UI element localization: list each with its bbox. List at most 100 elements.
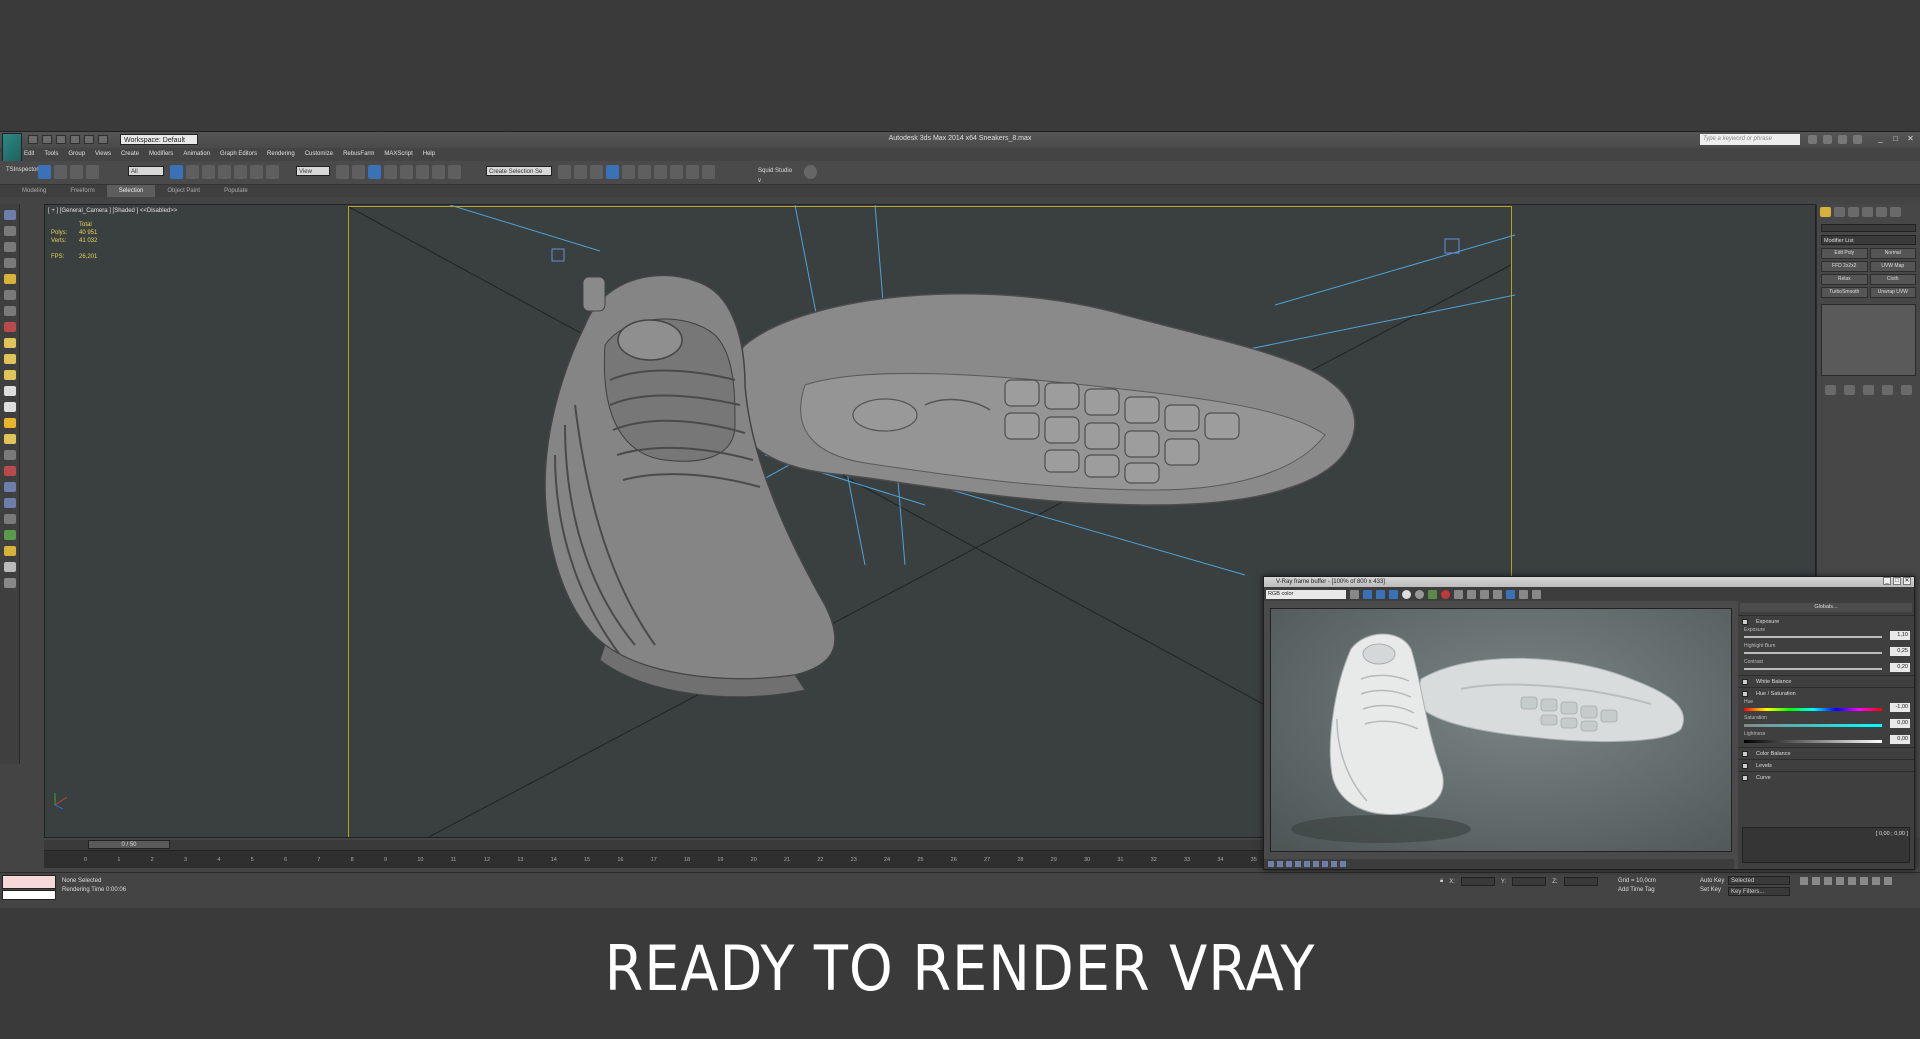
curve-editor-icon[interactable]: [622, 165, 635, 179]
mirror-icon[interactable]: [558, 165, 571, 179]
rendered-frame-window-icon[interactable]: [686, 165, 699, 179]
application-menu-button[interactable]: [2, 133, 22, 163]
render-channel-dropdown[interactable]: RGB color: [1266, 589, 1346, 599]
window-crossing-icon[interactable]: [218, 165, 231, 179]
angle-snap-icon[interactable]: [400, 165, 413, 179]
previous-frame-icon[interactable]: [1812, 877, 1820, 885]
modifier-button-edit-poly[interactable]: Edit Poly: [1821, 248, 1868, 259]
pin-stack-icon[interactable]: [1825, 385, 1836, 395]
modifier-stack[interactable]: [1821, 304, 1916, 376]
menu-item-tools[interactable]: Tools: [44, 148, 58, 160]
show-end-result-icon[interactable]: [1844, 385, 1855, 395]
remove-modifier-icon[interactable]: [1882, 385, 1893, 395]
sun-icon[interactable]: [4, 418, 16, 428]
plant-icon[interactable]: [4, 530, 16, 540]
lights-icon[interactable]: [4, 242, 16, 252]
hue-slider[interactable]: [1744, 708, 1882, 711]
cone-icon[interactable]: [4, 402, 16, 412]
shapes-icon[interactable]: [4, 226, 16, 236]
undo-icon[interactable]: [38, 165, 51, 179]
select-rotate-icon[interactable]: [250, 165, 263, 179]
box-icon[interactable]: [4, 338, 16, 348]
menu-item-help[interactable]: Help: [423, 148, 435, 160]
track-bar[interactable]: 0 1 2 3 4 5 6 7 8 9 10 11 12 13 14 15 16 17 18 19 20 21 22 23 24…: [44, 850, 1290, 868]
bend-icon[interactable]: [4, 466, 16, 476]
region-render-icon[interactable]: [1454, 589, 1463, 599]
unlink-icon[interactable]: [70, 165, 83, 179]
keyboard-shortcut-icon[interactable]: [368, 165, 381, 179]
maximize-icon[interactable]: □: [1890, 134, 1901, 144]
modifier-button-relax[interactable]: Relax: [1821, 274, 1868, 285]
hierarchy-tab-icon[interactable]: [1848, 207, 1859, 217]
levels-checkbox[interactable]: [1742, 763, 1748, 769]
alpha-channel-icon[interactable]: [1402, 589, 1411, 599]
next-frame-icon[interactable]: [1836, 877, 1844, 885]
menu-item-rebusfarm[interactable]: RebusFarm: [343, 148, 374, 160]
go-to-end-icon[interactable]: [1848, 877, 1856, 885]
motion-tab-icon[interactable]: [1862, 207, 1873, 217]
menu-item-modifiers[interactable]: Modifiers: [149, 148, 173, 160]
link-icon[interactable]: [54, 165, 67, 179]
menu-item-create[interactable]: Create: [121, 148, 139, 160]
make-unique-icon[interactable]: [1863, 385, 1874, 395]
render-teapot-icon[interactable]: [702, 165, 715, 179]
menu-item-customize[interactable]: Customize: [305, 148, 333, 160]
monochrome-icon[interactable]: [1415, 589, 1424, 599]
ribbon-tab-object-paint[interactable]: Object Paint: [155, 185, 212, 197]
curve-section[interactable]: Curve: [1738, 771, 1914, 783]
levels-section[interactable]: Levels: [1738, 759, 1914, 771]
modifier-button-unwrap-uvw[interactable]: Unwrap UVW: [1869, 287, 1916, 298]
vfb-option-icon-8[interactable]: [1331, 861, 1337, 867]
stop-render-icon[interactable]: [1441, 589, 1450, 599]
display-tab-icon[interactable]: [1876, 207, 1887, 217]
modify-tab-icon[interactable]: [1834, 207, 1845, 217]
material-editor-icon[interactable]: [654, 165, 667, 179]
create-icon[interactable]: [4, 210, 16, 220]
follow-mouse-icon[interactable]: [1480, 589, 1489, 599]
select-manipulate-icon[interactable]: [352, 165, 365, 179]
create-tab-icon[interactable]: [1820, 207, 1831, 217]
schematic-view-icon[interactable]: [638, 165, 651, 179]
search-icon[interactable]: [1808, 135, 1817, 144]
vfb-close-icon[interactable]: ✕: [1903, 577, 1911, 585]
lock-selection-icon[interactable]: 🔒︎: [1440, 878, 1443, 885]
modifier-button-uvw-map[interactable]: UVW Map: [1869, 261, 1916, 272]
select-by-name-icon[interactable]: [186, 165, 199, 179]
rendered-image[interactable]: [1270, 608, 1732, 852]
contrast-value[interactable]: 0,20: [1890, 663, 1910, 672]
blue-channel-icon[interactable]: [1389, 589, 1398, 599]
sphere-small-icon[interactable]: [4, 562, 16, 572]
vfb-option-icon-9[interactable]: [1340, 861, 1346, 867]
exposure-slider[interactable]: [1744, 636, 1882, 638]
auto-key-button[interactable]: Auto Key: [1700, 877, 1724, 886]
history-icon[interactable]: [1532, 589, 1541, 599]
vfb-option-icon-2[interactable]: [1277, 861, 1283, 867]
utilities-tab-icon[interactable]: [1890, 207, 1901, 217]
ts-inspector-label[interactable]: TSInspector: [4, 165, 38, 175]
selection-filter-dropdown[interactable]: All: [128, 166, 164, 176]
hue-value[interactable]: -1,00: [1890, 703, 1910, 712]
spinner-snap-icon[interactable]: [432, 165, 445, 179]
lens-effects-icon[interactable]: [1519, 589, 1528, 599]
cylinder-icon[interactable]: [4, 370, 16, 380]
link-to-render-icon[interactable]: [1493, 589, 1502, 599]
pivot-center-icon[interactable]: [336, 165, 349, 179]
reference-coordinate-dropdown[interactable]: View: [296, 166, 330, 176]
select-object-icon[interactable]: [170, 165, 183, 179]
exposure-checkbox[interactable]: [1742, 619, 1748, 625]
save-image-icon[interactable]: [1350, 589, 1359, 599]
snaps-toggle-icon[interactable]: [384, 165, 397, 179]
key-filters-button[interactable]: Key Filters...: [1728, 887, 1790, 896]
configure-sets-icon[interactable]: [1901, 385, 1912, 395]
menu-item-views[interactable]: Views: [95, 148, 111, 160]
hue-saturation-section[interactable]: Hue / Saturation: [1738, 687, 1914, 699]
edit-named-selection-icon[interactable]: [448, 165, 461, 179]
time-slider[interactable]: 0 / 50: [88, 840, 170, 849]
menu-item-edit[interactable]: Edit: [24, 148, 34, 160]
zoom-extents-icon[interactable]: [1860, 877, 1868, 885]
geosphere-icon[interactable]: [4, 434, 16, 444]
modifier-button-cloth[interactable]: Cloth: [1869, 274, 1916, 285]
favorites-star-icon[interactable]: [1838, 135, 1847, 144]
viewport-label[interactable]: [ + ] [General_Camera ] [Shaded ] <<Disa…: [48, 208, 177, 214]
helpers-icon[interactable]: [4, 274, 16, 284]
